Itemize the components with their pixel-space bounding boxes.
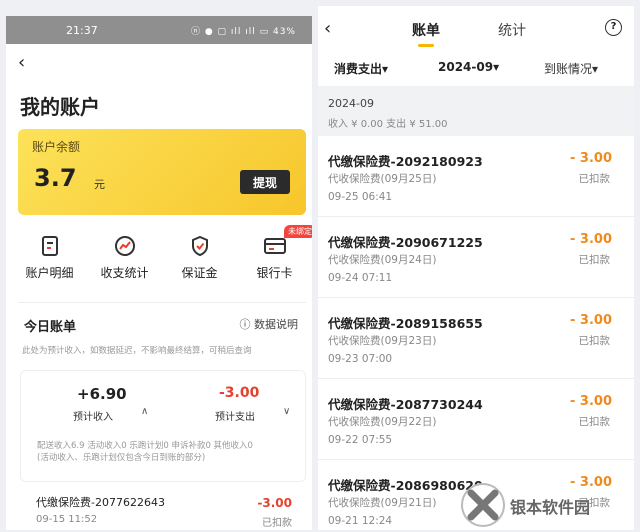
chevron-down-icon[interactable]: ∨ [283, 406, 290, 417]
quick-actions: 账户明细 收支统计 保证金 未绑定 银行卡 [12, 225, 312, 285]
entry-category: 代收保险费(09月22日) [328, 416, 437, 428]
status-bar: 21:37 ⓝ ● ▢ ıll ıll ▭ 43% [6, 16, 312, 44]
estimated-expense: -3.00 [219, 385, 260, 401]
entry-amount: - 3.00 [570, 151, 612, 166]
today-summary-card: +6.90 预计收入 ∧ -3.00 预计支出 ∨ 配送收入6.9 活动收入0 … [20, 370, 306, 482]
screenshot-root: 21:37 ⓝ ● ▢ ıll ıll ▭ 43% ‹ 我的账户 账户余额 3.… [0, 0, 640, 532]
month-label: 2024-09 [328, 97, 374, 110]
table-row[interactable]: 代缴保险费-2092180923 代收保险费(09月25日) 09-25 06:… [318, 137, 634, 217]
entry-date: 09-21 12:24 [328, 515, 393, 527]
entry-title: 代缴保险费-2092180923 [328, 154, 483, 169]
estimated-income-label: 预计收入 [73, 412, 113, 423]
stats-item[interactable]: 收支统计 [87, 235, 162, 285]
entry-date: 09-22 07:55 [328, 434, 393, 446]
back-icon[interactable]: ‹ [324, 18, 331, 39]
deposit-item[interactable]: 保证金 [162, 235, 237, 285]
watermark-logo-icon [461, 483, 505, 527]
unbound-badge: 未绑定 [284, 225, 312, 238]
card-icon [263, 238, 286, 254]
tab-bill[interactable]: 账单 [412, 20, 440, 40]
table-row[interactable]: 代缴保险费-2090671225 代收保险费(09月24日) 09-24 07:… [318, 218, 634, 298]
type-filter[interactable]: 消费支出▾ [334, 60, 388, 77]
deposit-label: 保证金 [181, 266, 218, 280]
entry-category: 代收保险费(09月25日) [328, 173, 437, 185]
balance-card: 账户余额 3.7 元 提现 [18, 129, 306, 215]
stats-label: 收支统计 [100, 266, 149, 280]
entry-category: 代收保险费(09月21日) [328, 497, 437, 509]
income-breakdown: 配送收入6.9 活动收入0 乐跑计划0 申诉补款0 其他收入0 [37, 441, 253, 451]
estimated-income: +6.90 [77, 385, 127, 403]
estimate-note: 此处为预计收入，如数据延迟，不影响最终结算，可稍后查询 [22, 346, 252, 356]
trend-icon [114, 236, 135, 256]
bank-card-label: 银行卡 [256, 266, 293, 280]
divider [18, 302, 306, 303]
help-icon[interactable]: ? [605, 19, 622, 36]
watermark-text: 银本软件园 [510, 498, 591, 517]
bank-card-item[interactable]: 未绑定 银行卡 [237, 225, 312, 285]
entry-category: 代收保险费(09月24日) [328, 254, 437, 266]
page-title: 我的账户 [20, 95, 100, 119]
entry-date: 09-25 06:41 [328, 191, 393, 203]
table-row[interactable]: 代缴保险费-2087730244 代收保险费(09月22日) 09-22 07:… [318, 380, 634, 460]
account-detail-item[interactable]: 账户明细 [12, 235, 87, 285]
active-tab-indicator [418, 44, 434, 47]
balance-unit: 元 [94, 178, 105, 191]
month-totals: 收入 ¥ 0.00 支出 ¥ 51.00 [328, 119, 448, 130]
entry-title: 代缴保险费-2077622643 [36, 496, 165, 509]
entry-status: 已扣款 [578, 254, 611, 266]
entry-status: 已扣款 [262, 518, 292, 529]
entry-category: 代收保险费(09月23日) [328, 335, 437, 347]
account-screen: 21:37 ⓝ ● ▢ ıll ıll ▭ 43% ‹ 我的账户 账户余额 3.… [6, 16, 312, 530]
entry-title: 代缴保险费-2089158655 [328, 316, 483, 331]
entry-status: 已扣款 [578, 335, 611, 347]
withdraw-button[interactable]: 提现 [240, 170, 290, 194]
entry-date: 09-15 11:52 [36, 514, 98, 525]
filter-bar: 消费支出▾ 2024-09▾ 到账情况▾ [318, 60, 634, 84]
shield-icon [191, 235, 208, 257]
balance-amount: 3.7 [34, 164, 77, 192]
entry-amount: -3.00 [257, 496, 292, 510]
entry-amount: - 3.00 [570, 313, 612, 328]
estimated-expense-label: 预计支出 [215, 412, 255, 423]
entry-amount: - 3.00 [570, 394, 612, 409]
entry-status: 已扣款 [578, 416, 611, 428]
watermark: 银本软件园 [460, 480, 630, 530]
chevron-up-icon[interactable]: ∧ [141, 406, 148, 417]
month-filter[interactable]: 2024-09▾ [438, 60, 499, 74]
arrival-filter[interactable]: 到账情况▾ [544, 60, 598, 77]
document-icon [41, 236, 58, 256]
entry-status: 已扣款 [578, 173, 611, 185]
table-row[interactable]: 代缴保险费-2089158655 代收保险费(09月23日) 09-23 07:… [318, 299, 634, 379]
account-detail-label: 账户明细 [25, 266, 74, 280]
month-summary: 2024-09 收入 ¥ 0.00 支出 ¥ 51.00 [318, 86, 634, 136]
list-item[interactable]: 代缴保险费-2077622643 09-15 11:52 -3.00 已扣款 [20, 486, 306, 530]
tab-stats[interactable]: 统计 [498, 20, 526, 40]
entry-amount: - 3.00 [570, 232, 612, 247]
status-icons: ⓝ ● ▢ ıll ıll ▭ 43% [190, 26, 296, 37]
entry-title: 代缴保险费-2087730244 [328, 397, 483, 412]
today-bill-title: 今日账单 [24, 320, 77, 335]
entry-title: 代缴保险费-2090671225 [328, 235, 483, 250]
income-breakdown-note: (活动收入、乐跑计划仅包含今日到账的部分) [37, 453, 206, 463]
bill-screen: ‹ 账单 统计 ? 消费支出▾ 2024-09▾ 到账情况▾ 2024-09 收… [318, 6, 634, 530]
back-icon[interactable]: ‹ [18, 52, 25, 73]
status-time: 21:37 [66, 23, 98, 37]
balance-label: 账户余额 [32, 140, 81, 154]
entry-date: 09-24 07:11 [328, 272, 393, 284]
data-explain-link[interactable]: ⓘ 数据说明 [240, 316, 299, 332]
entry-date: 09-23 07:00 [328, 353, 393, 365]
